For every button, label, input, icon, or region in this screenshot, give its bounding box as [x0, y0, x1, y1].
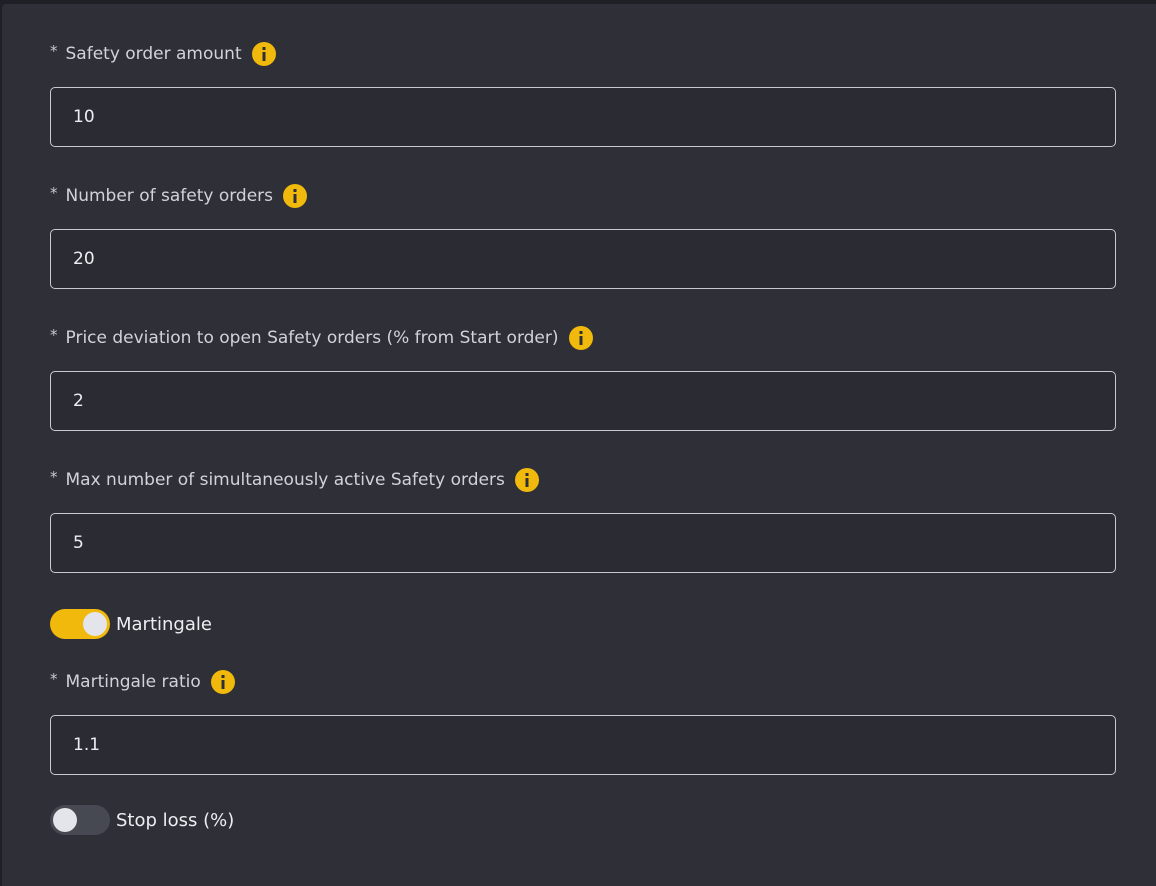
required-mark: * [50, 184, 58, 202]
max-active-safety-orders-input[interactable] [73, 533, 1115, 553]
martingale-ratio-input-box[interactable] [50, 715, 1116, 775]
martingale-ratio-input[interactable] [73, 735, 1115, 755]
safety-order-amount-input[interactable] [73, 107, 1115, 127]
info-icon[interactable] [283, 184, 308, 208]
settings-panel: * Safety order amount * Number of safety… [2, 4, 1156, 886]
martingale-toggle[interactable] [50, 609, 110, 639]
required-mark: * [50, 670, 58, 688]
field-label-row: * Number of safety orders [50, 183, 1116, 209]
martingale-toggle-row: Martingale [50, 609, 212, 639]
martingale-ratio-field: * Martingale ratio [50, 669, 1116, 775]
field-label: Max number of simultaneously active Safe… [65, 470, 505, 490]
stop-loss-toggle-row: Stop loss (%) [50, 805, 234, 835]
info-icon[interactable] [514, 468, 539, 492]
max-active-safety-orders-field: * Max number of simultaneously active Sa… [50, 467, 1116, 573]
price-deviation-input[interactable] [73, 391, 1115, 411]
max-active-safety-orders-input-box[interactable] [50, 513, 1116, 573]
number-of-safety-orders-field: * Number of safety orders [50, 183, 1116, 289]
required-mark: * [50, 468, 58, 486]
safety-order-amount-input-box[interactable] [50, 87, 1116, 147]
field-label: Number of safety orders [65, 186, 274, 206]
safety-order-amount-field: * Safety order amount [50, 41, 1116, 147]
field-label: Martingale ratio [65, 672, 201, 692]
info-icon[interactable] [568, 326, 593, 350]
required-mark: * [50, 326, 58, 344]
number-of-safety-orders-input-box[interactable] [50, 229, 1116, 289]
number-of-safety-orders-input[interactable] [73, 249, 1115, 269]
required-mark: * [50, 42, 58, 60]
info-icon[interactable] [251, 42, 276, 66]
toggle-knob [53, 808, 77, 832]
price-deviation-input-box[interactable] [50, 371, 1116, 431]
field-label-row: * Price deviation to open Safety orders … [50, 325, 1116, 351]
price-deviation-field: * Price deviation to open Safety orders … [50, 325, 1116, 431]
field-label-row: * Max number of simultaneously active Sa… [50, 467, 1116, 493]
field-label: Price deviation to open Safety orders (%… [65, 328, 559, 348]
info-icon[interactable] [210, 670, 235, 694]
stop-loss-toggle[interactable] [50, 805, 110, 835]
martingale-toggle-label: Martingale [116, 613, 212, 635]
stop-loss-toggle-label: Stop loss (%) [116, 809, 235, 831]
field-label: Safety order amount [65, 44, 242, 64]
field-label-row: * Martingale ratio [50, 669, 1116, 695]
field-label-row: * Safety order amount [50, 41, 1116, 67]
toggle-knob [83, 612, 107, 636]
